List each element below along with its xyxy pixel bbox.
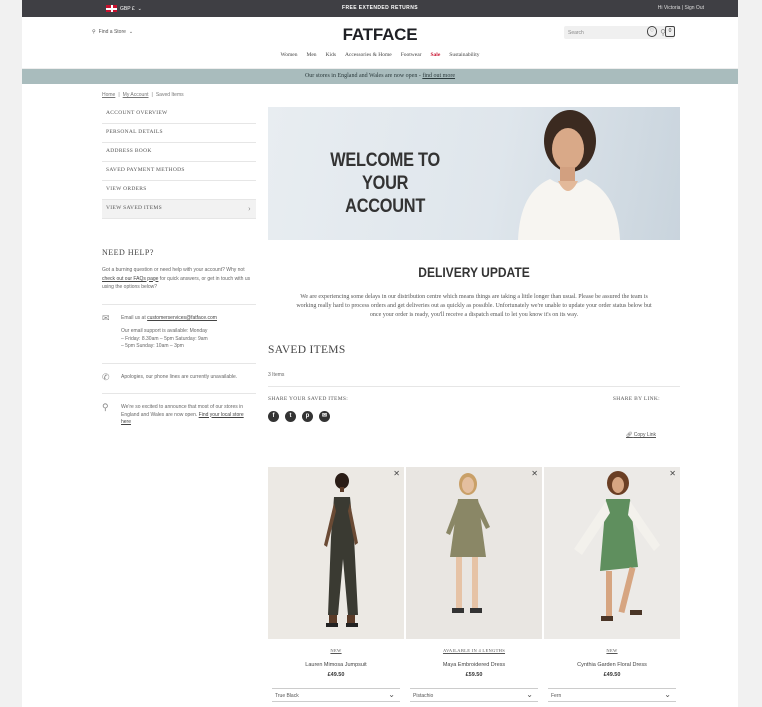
page: GBP £ ⌄ FREE EXTENDED RETURNS Hi Victori…	[22, 0, 738, 707]
delivery-update-text: We are experiencing some delays in our d…	[296, 294, 652, 318]
colour-select[interactable]: Pistachio	[410, 688, 538, 702]
colour-select[interactable]: True Black	[272, 688, 400, 702]
colour-select[interactable]: Fern	[548, 688, 676, 702]
breadcrumb-sep: |	[118, 92, 120, 98]
breadcrumb-sep: |	[151, 92, 153, 98]
shopping-bag-icon[interactable]: 0	[665, 26, 675, 37]
breadcrumb-my-account[interactable]: My Account	[123, 92, 149, 98]
main-content: WELCOME TO YOUR ACCOUNT DELIVERY UPDATE …	[268, 107, 680, 702]
nav-item-accessories-home[interactable]: Accessories & Home	[345, 52, 392, 58]
store-text: We're so excited to announce that most o…	[121, 404, 249, 427]
product-tag: NEW	[606, 648, 618, 653]
phone-text: Apologies, our phone lines are currently…	[121, 373, 238, 380]
help-text: Got a burning question or need help with…	[102, 266, 252, 292]
email-hours: Our email support is available: Monday –…	[121, 328, 208, 349]
account-menu: ACCOUNT OVERVIEW PERSONAL DETAILS ADDRES…	[102, 105, 256, 219]
menu-view-saved-items[interactable]: VIEW SAVED ITEMS	[102, 200, 256, 219]
notice-link[interactable]: find out more	[422, 73, 455, 79]
link-icon: 🔗︎	[626, 432, 633, 438]
product-card[interactable]: ✕ AVAILABLE IN 4 LENGTHS Maya Embroidere…	[406, 467, 542, 702]
email-share-icon[interactable]: ✉	[319, 411, 330, 422]
product-tag: AVAILABLE IN 4 LENGTHS	[442, 648, 506, 653]
breadcrumb: Home | My Account | Saved Items	[102, 92, 256, 98]
help-text-part: Got a burning question or need help with…	[102, 267, 245, 273]
menu-personal-details[interactable]: PERSONAL DETAILS	[102, 124, 256, 143]
nav-item-footwear[interactable]: Footwear	[401, 52, 422, 58]
copy-link-button[interactable]: 🔗︎ Copy Link	[626, 432, 656, 438]
product-price: £49.50	[327, 672, 345, 678]
nav-item-kids[interactable]: Kids	[326, 52, 336, 58]
email-contact-block: ✉ Email us at customerservices@fatface.c…	[102, 303, 256, 351]
need-help-heading: NEED HELP?	[102, 248, 154, 257]
product-name[interactable]: Maya Embroidered Dress	[406, 662, 542, 668]
notice-text: Our stores in England and Wales are now …	[304, 73, 423, 79]
phone-contact-block: ✆ Apologies, our phone lines are current…	[102, 362, 256, 382]
share-label: SHARE YOUR SAVED ITEMS:	[268, 396, 349, 402]
search-placeholder: Search	[568, 30, 584, 36]
promo-banner[interactable]: FREE EXTENDED RETURNS	[22, 5, 738, 11]
product-card[interactable]: ✕ NEW Cynthia Garden Floral Dress £49.50…	[544, 467, 680, 702]
twitter-icon[interactable]: t	[285, 411, 296, 422]
email-prefix: Email us at	[121, 314, 148, 321]
email-link[interactable]: customerservices@fatface.com	[147, 315, 217, 321]
hero-model-image	[518, 110, 620, 240]
wishlist-heart-icon[interactable]: ♡	[647, 26, 657, 37]
menu-address-book[interactable]: ADDRESS BOOK	[102, 143, 256, 162]
product-photo	[324, 473, 358, 627]
remove-item-icon[interactable]: ✕	[531, 469, 538, 478]
facebook-icon[interactable]: f	[268, 411, 279, 422]
nav-item-women[interactable]: Women	[280, 52, 297, 58]
menu-account-overview[interactable]: ACCOUNT OVERVIEW	[102, 105, 256, 124]
menu-saved-payment-methods[interactable]: SAVED PAYMENT METHODS	[102, 162, 256, 181]
nav-item-sale[interactable]: Sale	[430, 52, 440, 58]
menu-view-orders[interactable]: VIEW ORDERS	[102, 181, 256, 200]
site-header: ⚲ Find a Store ⌄ FATFACE Search ⚲ ♡ 0 Wo…	[22, 17, 738, 69]
remove-item-icon[interactable]: ✕	[669, 469, 676, 478]
location-pin-icon: ⚲	[102, 402, 109, 412]
pinterest-icon[interactable]: p	[302, 411, 313, 422]
nav-item-men[interactable]: Men	[306, 52, 316, 58]
envelope-icon: ✉	[102, 312, 110, 323]
product-price: £49.50	[603, 672, 621, 678]
product-image[interactable]: ✕	[544, 467, 680, 639]
store-contact-block: ⚲ We're so excited to announce that most…	[102, 393, 256, 427]
top-bar: GBP £ ⌄ FREE EXTENDED RETURNS Hi Victori…	[22, 0, 738, 17]
email-contact-text: Email us at customerservices@fatface.com…	[121, 315, 217, 351]
account-links[interactable]: Hi Victoria | Sign Out	[658, 5, 704, 11]
main-nav: Women Men Kids Accessories & Home Footwe…	[22, 52, 738, 58]
store-notice-banner: Our stores in England and Wales are now …	[22, 69, 738, 84]
breadcrumb-current: Saved Items	[155, 92, 184, 98]
product-price: £59.50	[465, 672, 483, 678]
share-row: SHARE YOUR SAVED ITEMS: SHARE BY LINK:	[268, 396, 680, 402]
nav-item-sustainability[interactable]: Sustainability	[449, 52, 479, 58]
search-input[interactable]: Search ⚲	[564, 26, 674, 39]
share-link-label: SHARE BY LINK:	[612, 396, 660, 402]
account-sidebar: Home | My Account | Saved Items ACCOUNT OV…	[102, 92, 256, 427]
copy-link-label: Copy Link	[633, 432, 656, 438]
product-image[interactable]: ✕	[406, 467, 542, 639]
product-photo	[574, 471, 660, 621]
welcome-hero: WELCOME TO YOUR ACCOUNT	[268, 107, 680, 240]
product-name[interactable]: Lauren Mimosa Jumpsuit	[268, 662, 404, 668]
saved-items-heading: SAVED ITEMS	[268, 344, 346, 356]
phone-icon: ✆	[102, 371, 110, 382]
saved-products-grid: ✕ NEW Lauren Mimosa Jumpsuit £49.50 True…	[268, 467, 680, 702]
product-tag: NEW	[330, 648, 342, 653]
product-photo	[446, 473, 490, 613]
product-card[interactable]: ✕ NEW Lauren Mimosa Jumpsuit £49.50 True…	[268, 467, 404, 702]
product-image[interactable]: ✕	[268, 467, 404, 639]
faq-link[interactable]: check out our FAQs page	[102, 276, 158, 282]
saved-items-count: 3 Items	[268, 372, 680, 387]
product-name[interactable]: Cynthia Garden Floral Dress	[544, 662, 680, 668]
delivery-update-heading: DELIVERY UPDATE	[418, 264, 530, 280]
remove-item-icon[interactable]: ✕	[393, 469, 400, 478]
social-share-icons: f t p ✉	[268, 411, 680, 422]
breadcrumb-home[interactable]: Home	[102, 92, 115, 98]
